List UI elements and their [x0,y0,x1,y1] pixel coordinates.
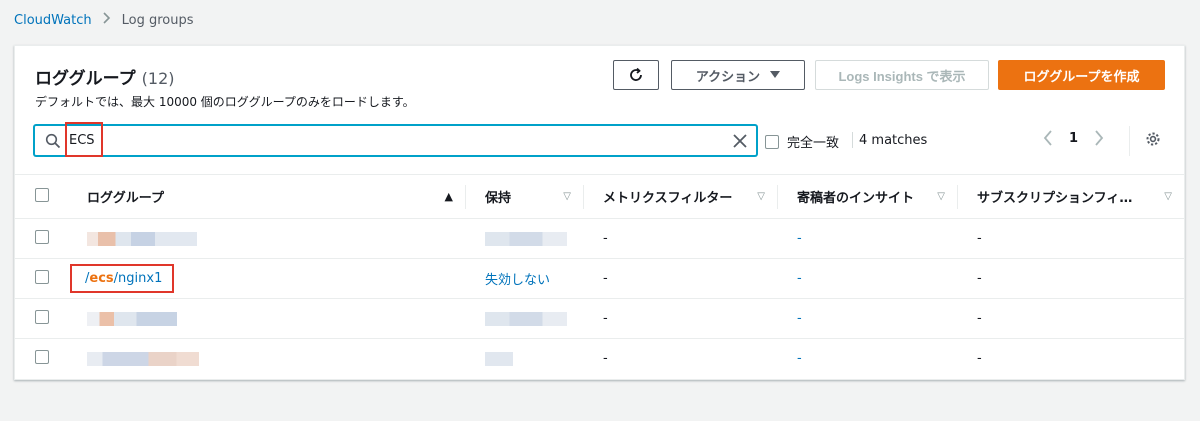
pagination: 1 [1043,130,1104,146]
matches-divider [852,132,853,148]
row-select-cell [15,259,67,299]
column-label-retention: 保持 [485,191,512,206]
subscription-cell: - [977,271,982,286]
clear-icon[interactable] [732,133,748,149]
column-header-metric-filter[interactable]: メトリクスフィルター ▽ [583,175,777,219]
column-header-retention[interactable]: 保持 ▽ [465,175,583,219]
subscription-cell: - [977,351,982,367]
pager-divider [1129,126,1130,156]
row-select-cell [15,339,67,379]
chevron-right-icon[interactable] [1094,130,1104,146]
sort-icon: ▽ [1164,191,1172,202]
actions-label: アクション [695,68,761,84]
chevron-left-icon[interactable] [1043,130,1053,146]
redacted-retention [485,231,567,246]
page-number[interactable]: 1 [1069,131,1078,146]
title-text: ロググループ [35,69,136,89]
create-log-group-button[interactable]: ロググループを作成 [998,60,1165,90]
column-header-log-group[interactable]: ロググループ ▲ [67,175,465,219]
chevron-right-icon [102,12,112,28]
matches-label: 4 matches [859,132,928,148]
metric-filter-cell: - [603,351,608,367]
log-group-name-cell [67,299,465,339]
search-annotation-box [65,122,103,157]
metric-filter-cell: - [603,271,608,286]
redacted-retention [485,351,513,366]
sort-icon: ▽ [757,191,765,202]
caret-down-icon [770,71,781,78]
column-divider [957,185,958,209]
subscription-cell: - [977,311,982,326]
log-group-name-cell: /ecs/nginx1 [67,259,465,299]
select-all-cell [15,175,67,219]
row-select-cell [15,219,67,259]
sort-icon: ▽ [937,191,945,202]
refresh-button[interactable] [613,60,659,90]
log-group-name-suffix: /nginx1 [113,271,163,286]
page-title: ロググループ (12) [35,64,174,89]
column-label-subscription: サブスクリプションフィ… [977,191,1133,206]
exact-match-checkbox[interactable] [765,134,779,149]
log-group-name-link[interactable]: /ecs/nginx1 [70,264,175,293]
column-label-log-group: ロググループ [87,191,164,206]
panel-description: デフォルトでは、最大 10000 個のロググループのみをロードします。 [35,95,415,109]
log-groups-panel: ロググループ (12) デフォルトでは、最大 10000 個のロググループのみを… [14,45,1185,380]
retention-cell[interactable]: 失効しない [465,259,583,299]
logs-insights-button[interactable]: Logs Insights で表示 [815,60,989,90]
table-row[interactable]: - - - [15,219,1184,259]
search-icon [45,133,61,149]
subscription-cell: - [977,231,982,246]
contributor-insights-cell[interactable]: - [777,339,957,379]
column-divider [583,185,584,209]
column-divider [777,185,778,209]
column-divider [465,185,466,209]
contributor-insights-cell[interactable]: - [777,299,957,339]
breadcrumb: CloudWatch Log groups [14,10,194,30]
exact-match-toggle[interactable]: 完全一致 [765,132,839,151]
breadcrumb-current: Log groups [121,12,194,28]
log-group-name-cell [67,219,465,259]
table-header-row: ロググループ ▲ 保持 ▽ メトリクスフィルター ▽ 寄稿者のインサイト ▽ サ… [15,174,1184,219]
actions-dropdown-button[interactable]: アクション [671,60,805,90]
row-checkbox[interactable] [35,349,49,364]
search-match-highlight: ecs [89,271,114,286]
select-all-checkbox[interactable] [35,187,49,202]
gear-icon[interactable] [1145,131,1161,147]
redacted-retention [485,311,567,326]
row-checkbox[interactable] [35,309,49,324]
log-groups-table: ロググループ ▲ 保持 ▽ メトリクスフィルター ▽ 寄稿者のインサイト ▽ サ… [15,174,1184,379]
contributor-insights-cell[interactable]: - [777,259,957,299]
retention-cell [465,339,583,379]
redacted-log-group-name[interactable] [87,311,177,326]
log-group-name-cell [67,339,465,379]
table-row[interactable]: - - - [15,339,1184,379]
retention-cell [465,219,583,259]
table-row[interactable]: - - - [15,299,1184,339]
table-row[interactable]: /ecs/nginx1 失効しない - - - [15,259,1184,299]
sort-asc-icon: ▲ [444,190,453,203]
breadcrumb-cloudwatch-link[interactable]: CloudWatch [14,13,92,28]
metric-filter-cell: - [603,311,608,326]
contributor-insights-cell[interactable]: - [777,219,957,259]
row-checkbox[interactable] [35,229,49,244]
column-label-metric-filter: メトリクスフィルター [603,191,733,206]
column-header-subscription[interactable]: サブスクリプションフィ… ▽ [957,175,1184,219]
log-group-count: (12) [141,69,175,88]
redacted-log-group-name[interactable] [87,231,197,246]
search-input[interactable]: ECS [34,122,757,157]
metric-filter-cell: - [603,231,608,246]
refresh-icon [630,67,642,81]
redacted-log-group-name[interactable] [87,351,199,366]
column-header-contributor-insights[interactable]: 寄稿者のインサイト ▽ [777,175,957,219]
exact-match-label: 完全一致 [787,136,840,151]
column-label-contributor-insights: 寄稿者のインサイト [797,191,915,206]
sort-icon: ▽ [563,191,571,202]
row-select-cell [15,299,67,339]
matches-count: 4 matches [852,132,927,148]
row-checkbox[interactable] [35,269,49,284]
retention-cell [465,299,583,339]
